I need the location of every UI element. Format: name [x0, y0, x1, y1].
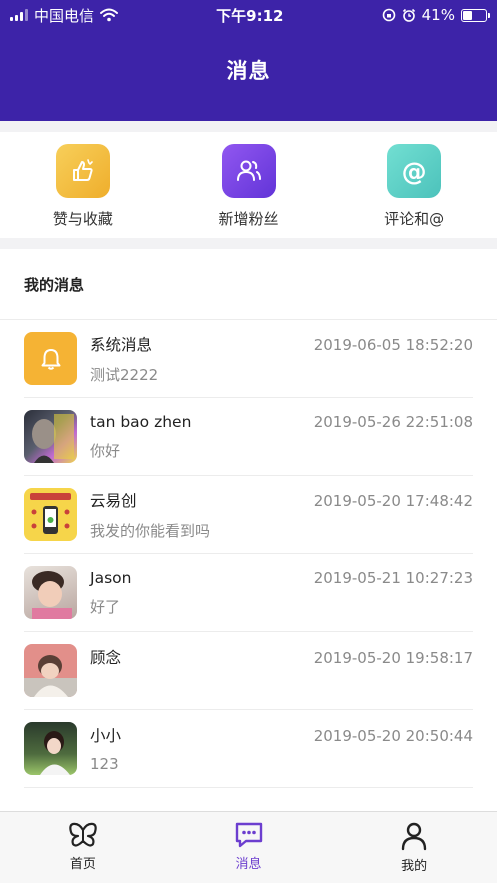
message-preview: 测试2222: [90, 365, 159, 384]
tab-profile[interactable]: 我的: [331, 812, 497, 883]
message-item[interactable]: 云易创 2019-05-20 17:48:42 我发的你能看到吗: [24, 476, 473, 554]
message-sender: 云易创: [90, 491, 137, 510]
message-time: 2019-05-20 20:50:44: [313, 727, 473, 745]
butterfly-icon: [69, 822, 97, 847]
message-item[interactable]: tan bao zhen 2019-05-26 22:51:08 你好: [24, 398, 473, 476]
message-time: 2019-05-20 17:48:42: [313, 491, 473, 510]
avatar: [24, 410, 77, 463]
thumbs-up-icon: [55, 144, 110, 198]
avatar: [24, 722, 77, 775]
wifi-icon: [100, 8, 119, 22]
tab-messages[interactable]: 消息: [166, 812, 332, 883]
signal-icon: [10, 9, 28, 21]
section-title: 我的消息: [0, 249, 497, 320]
message-time: 2019-06-05 18:52:20: [313, 335, 473, 354]
message-time: 2019-05-20 19:58:17: [313, 649, 473, 667]
users-icon: [221, 144, 276, 198]
battery-icon: [460, 8, 490, 22]
quick-actions: 赞与收藏 新增粉丝 @ 评论和@: [0, 132, 497, 238]
comments-mentions-label: 评论和@: [384, 210, 445, 228]
message-preview: 我发的你能看到吗: [90, 521, 211, 540]
message-item-system[interactable]: 系统消息 2019-06-05 18:52:20 测试2222: [24, 320, 473, 398]
battery-percent: 41%: [421, 6, 455, 24]
message-item[interactable]: 顾念 2019-05-20 19:58:17: [24, 632, 473, 710]
chat-icon: [235, 822, 262, 848]
message-preview: 123: [90, 755, 119, 773]
status-time: 下午9:12: [216, 6, 284, 25]
message-sender: tan bao zhen: [90, 412, 192, 431]
avatar: [24, 644, 77, 697]
message-sender: 顾念: [90, 649, 122, 667]
bell-icon: [24, 332, 77, 385]
message-preview: 你好: [90, 441, 121, 460]
header: 中国电信 下午9:12 41% 消息: [0, 0, 497, 121]
message-preview: 好了: [90, 597, 121, 616]
message-sender: 小小: [90, 727, 122, 745]
message-preview: [90, 677, 473, 695]
message-sender: 系统消息: [90, 335, 153, 354]
status-bar: 中国电信 下午9:12 41%: [0, 0, 497, 30]
carrier-label: 中国电信: [34, 6, 95, 25]
avatar: [24, 566, 77, 619]
message-sender: Jason: [90, 568, 132, 587]
tab-messages-label: 消息: [235, 857, 262, 872]
likes-favorites-label: 赞与收藏: [52, 210, 113, 228]
message-time: 2019-05-21 10:27:23: [313, 568, 473, 587]
message-item[interactable]: 小小 2019-05-20 20:50:44 123: [24, 710, 473, 788]
new-followers-label: 新增粉丝: [218, 210, 279, 228]
tab-home[interactable]: 首页: [0, 812, 166, 883]
comments-mentions-button[interactable]: @ 评论和@: [331, 132, 497, 238]
message-time: 2019-05-26 22:51:08: [313, 412, 473, 431]
avatar: [24, 488, 77, 541]
tab-bar: 首页 消息 我的: [0, 811, 497, 883]
likes-favorites-button[interactable]: 赞与收藏: [0, 132, 166, 238]
message-list: 我的消息 系统消息 2019-06-05 18:52:20 测试2222 tan…: [0, 249, 497, 811]
person-icon: [401, 822, 427, 851]
page-title: 消息: [226, 58, 271, 83]
rotation-lock-icon: [382, 8, 395, 22]
at-icon: @: [387, 144, 442, 198]
message-item[interactable]: Jason 2019-05-21 10:27:23 好了: [24, 554, 473, 632]
tab-profile-label: 我的: [401, 859, 428, 874]
new-followers-button[interactable]: 新增粉丝: [166, 132, 332, 238]
tab-home-label: 首页: [69, 857, 96, 872]
alarm-icon: [402, 8, 415, 22]
